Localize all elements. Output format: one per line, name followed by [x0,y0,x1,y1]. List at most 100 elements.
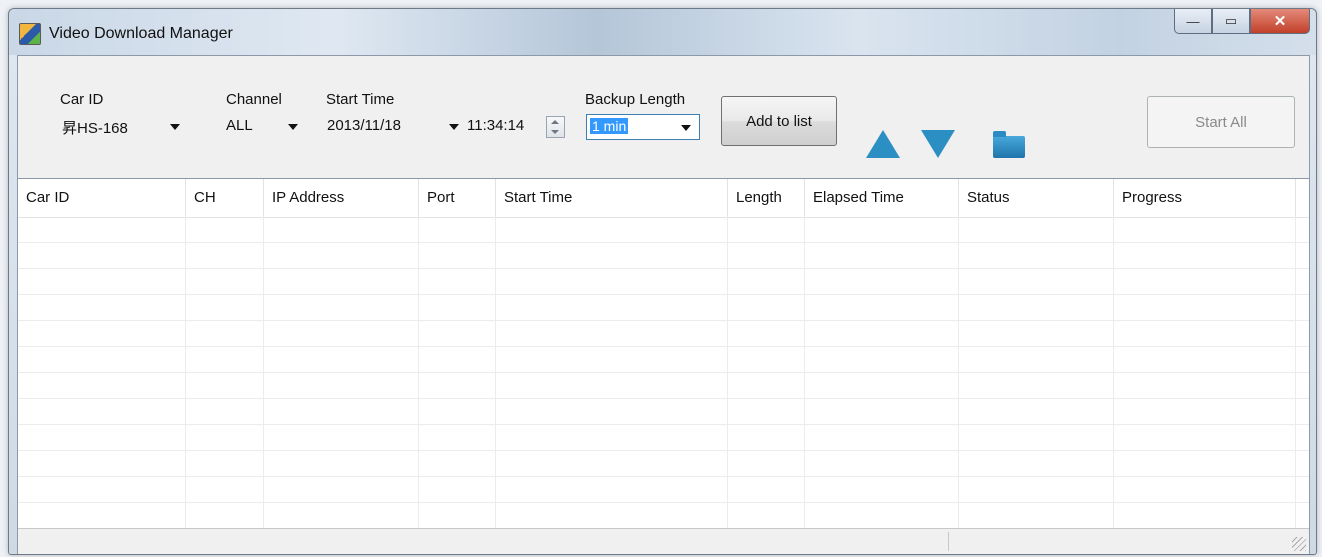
table-cell [186,347,264,373]
resize-grip-icon[interactable] [1292,537,1306,551]
table-cell [264,347,419,373]
table-cell [1114,451,1296,477]
chevron-down-icon [449,124,459,130]
car-id-combobox[interactable]: 昇HS-168 [58,115,184,137]
table-cell [264,399,419,425]
start-time-value: 11:34:14 [467,117,525,134]
close-button[interactable]: ✕ [1250,9,1310,34]
column-header-length[interactable]: Length [728,179,805,217]
table-cell [728,451,805,477]
table-cell [264,503,419,529]
table-row[interactable] [18,477,1309,503]
table-cell [264,321,419,347]
car-id-value: 昇HS-168 [62,120,128,137]
table-row[interactable] [18,217,1309,243]
table-cell [1114,347,1296,373]
title-bar[interactable]: Video Download Manager — ▭ ✕ [9,9,1316,55]
table-cell [18,243,186,269]
client-area: Car ID 昇HS-168 Channel ALL Start Time 20… [17,55,1310,554]
table-cell [728,295,805,321]
table-row[interactable] [18,399,1309,425]
start-date-picker[interactable]: 2013/11/18 [323,115,463,137]
table-cell [1114,399,1296,425]
table-cell [264,477,419,503]
move-up-icon[interactable] [866,130,900,158]
table-cell [18,269,186,295]
table-cell [186,477,264,503]
table-cell [419,503,496,529]
table-cell [805,243,959,269]
table-cell [496,269,728,295]
table-cell [18,451,186,477]
table-cell [419,321,496,347]
table-row[interactable] [18,425,1309,451]
table-cell [1114,477,1296,503]
table-row[interactable] [18,321,1309,347]
start-time-label: Start Time [326,91,395,108]
table-row[interactable] [18,503,1309,529]
column-header-progress[interactable]: Progress [1114,179,1296,217]
spinner-up-icon[interactable] [551,120,559,124]
table-row[interactable] [18,295,1309,321]
table-cell [186,425,264,451]
channel-value: ALL [226,117,253,134]
start-date-value: 2013/11/18 [327,117,401,134]
add-to-list-button[interactable]: Add to list [721,96,837,146]
table-cell [959,425,1114,451]
table-cell [264,425,419,451]
column-header-elapsed-time[interactable]: Elapsed Time [805,179,959,217]
start-time-input[interactable]: 11:34:14 [463,115,543,137]
table-body [18,217,1309,529]
table-cell [1114,503,1296,529]
table-cell [419,425,496,451]
channel-combobox[interactable]: ALL [222,115,302,137]
column-header-ch[interactable]: CH [186,179,264,217]
folder-icon[interactable] [993,131,1025,158]
table-row[interactable] [18,373,1309,399]
time-spinner[interactable] [546,116,565,138]
table-row[interactable] [18,347,1309,373]
table-cell [728,399,805,425]
spinner-down-icon[interactable] [551,130,559,134]
maximize-button[interactable]: ▭ [1212,9,1250,34]
download-list-table[interactable]: Car ID CH IP Address Port Start Time Len… [18,178,1309,529]
table-cell [959,451,1114,477]
table-cell [419,399,496,425]
backup-length-combobox[interactable]: 1 min [586,114,700,140]
chevron-down-icon [170,124,180,130]
table-cell [496,399,728,425]
column-header-status[interactable]: Status [959,179,1114,217]
table-cell [186,399,264,425]
table-row[interactable] [18,451,1309,477]
table-cell [419,451,496,477]
table-cell [959,477,1114,503]
table-cell [496,347,728,373]
table-cell [264,243,419,269]
table-cell [186,321,264,347]
table-cell [728,503,805,529]
table-cell [1114,373,1296,399]
table-cell [186,295,264,321]
table-cell [959,269,1114,295]
table-cell [728,373,805,399]
table-cell [264,295,419,321]
column-header-start-time[interactable]: Start Time [496,179,728,217]
table-header: Car ID CH IP Address Port Start Time Len… [18,179,1309,218]
table-row[interactable] [18,269,1309,295]
minimize-button[interactable]: — [1174,9,1212,34]
start-all-button[interactable]: Start All [1147,96,1295,148]
table-cell [959,243,1114,269]
column-header-ip-address[interactable]: IP Address [264,179,419,217]
table-cell [959,347,1114,373]
window-controls: — ▭ ✕ [1174,9,1310,34]
toolbar: Car ID 昇HS-168 Channel ALL Start Time 20… [18,56,1309,178]
table-cell [959,217,1114,243]
table-cell [959,503,1114,529]
table-cell [18,373,186,399]
column-header-car-id[interactable]: Car ID [18,179,186,217]
move-down-icon[interactable] [921,130,955,158]
table-cell [264,373,419,399]
table-row[interactable] [18,243,1309,269]
table-cell [18,503,186,529]
column-header-port[interactable]: Port [419,179,496,217]
